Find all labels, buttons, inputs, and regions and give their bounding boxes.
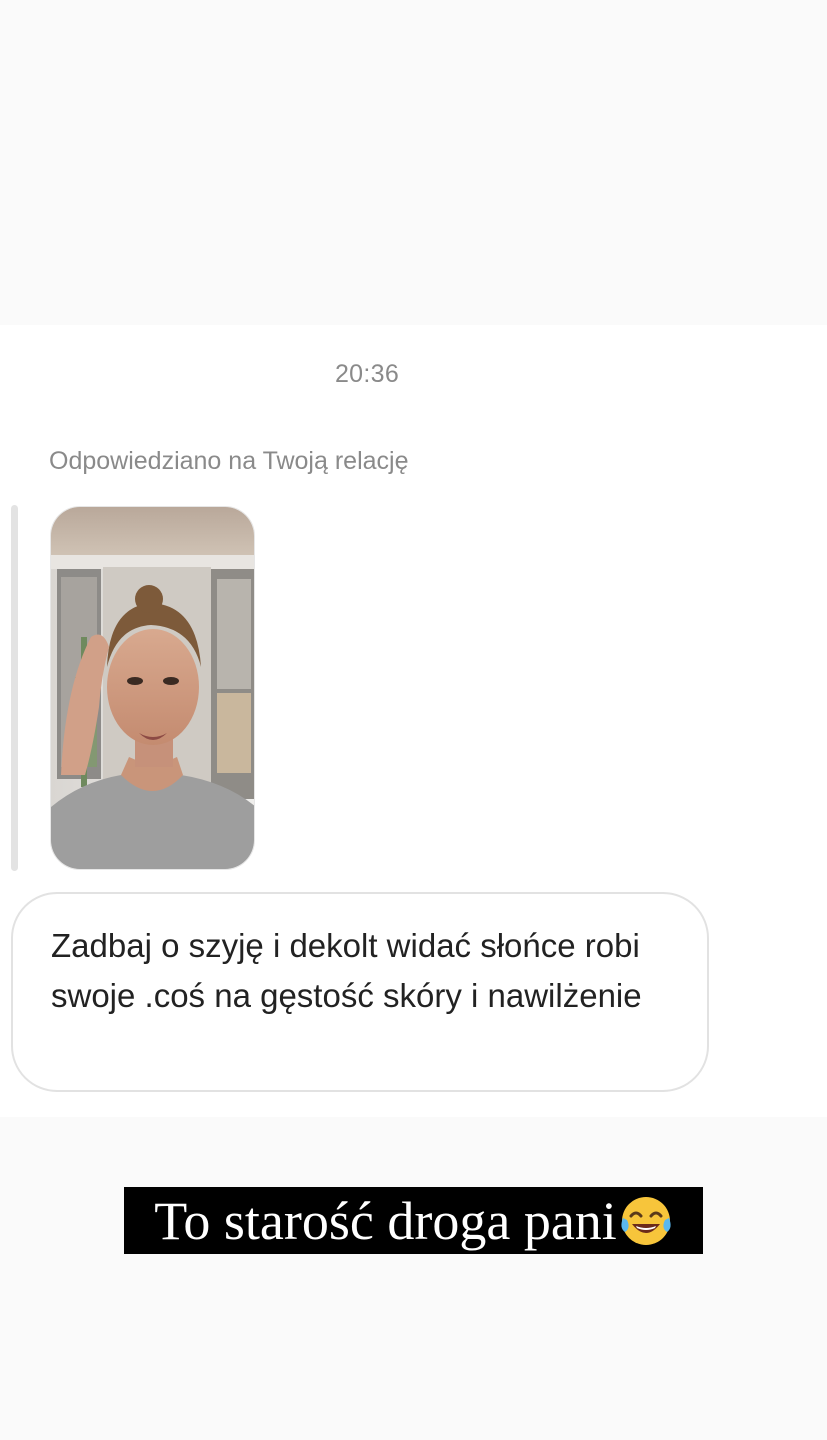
message-bubble[interactable]: Zadbaj o szyję i dekolt widać słońce rob… [11,892,709,1092]
top-blank-area [0,0,827,325]
face-with-tears-of-joy-icon [619,1194,673,1248]
caption-text: To starość droga pani [154,1190,617,1251]
story-thumbnail[interactable] [50,506,255,870]
message-timestamp: 20:36 [334,360,400,388]
story-caption: To starość droga pani [124,1187,703,1254]
story-photo [51,507,254,869]
reply-quote-bar [11,505,18,871]
message-text: Zadbaj o szyję i dekolt widać słońce rob… [51,927,642,1014]
story-reply-label: Odpowiedziano na Twoją relację [49,447,409,475]
